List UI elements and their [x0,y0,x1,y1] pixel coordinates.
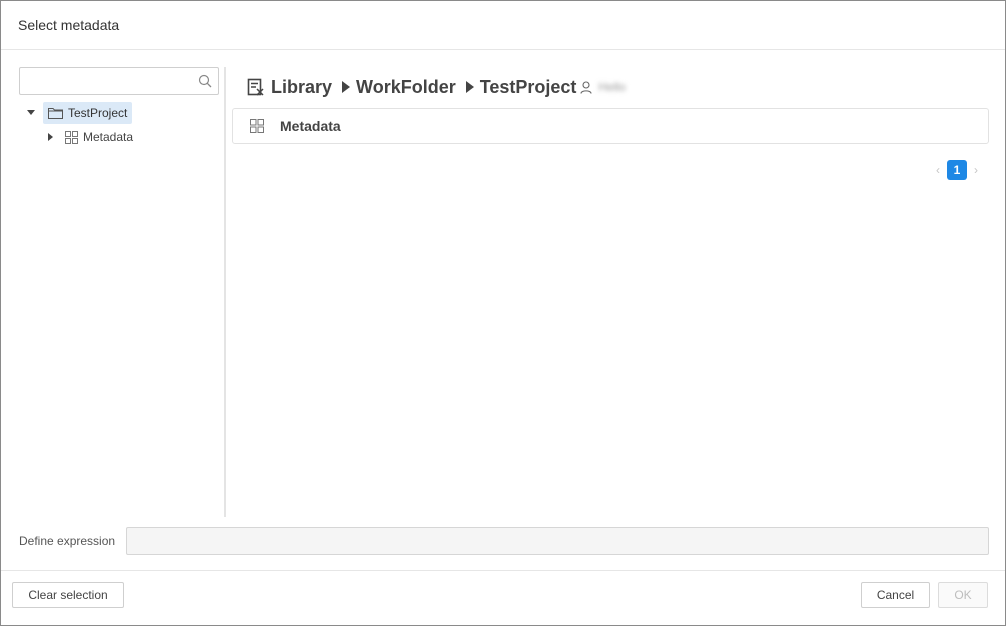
library-icon [247,78,264,96]
select-metadata-dialog: Select metadata TestProject Metadata Lib… [0,0,1006,626]
panel-splitter[interactable] [224,67,226,517]
expression-field[interactable] [126,527,989,555]
dialog-title: Select metadata [18,17,120,33]
chevron-right-icon[interactable]: › [971,160,981,180]
caret-right-icon[interactable] [45,131,57,143]
search-icon[interactable] [198,74,212,88]
list-item-label: Metadata [280,118,341,134]
folder-icon [48,108,63,119]
breadcrumb-item-library[interactable]: Library [271,77,332,98]
page-button-current[interactable]: 1 [947,160,967,180]
caret-right-icon [342,81,351,93]
pagination: ‹ 1 › [933,160,981,180]
tree-node-testproject-label-wrap[interactable]: TestProject [43,102,133,124]
define-expression-label: Define expression [19,534,116,548]
ok-button[interactable]: OK [938,582,988,608]
dialog-footer: Clear selection Cancel OK [1,570,1005,626]
grid-icon [250,119,264,133]
caret-down-icon[interactable] [25,107,37,119]
tree-node-label: TestProject [68,106,128,120]
breadcrumb-item-workfolder[interactable]: WorkFolder [356,77,456,98]
tree-node-testproject[interactable]: TestProject [25,102,133,124]
chevron-left-icon[interactable]: ‹ [933,160,943,180]
list-item[interactable]: Metadata [232,108,989,144]
search-input[interactable] [26,71,190,91]
clear-selection-button[interactable]: Clear selection [12,582,124,608]
breadcrumb-item-testproject[interactable]: TestProject [480,77,577,98]
tree-node-metadata[interactable]: Metadata [45,126,133,148]
breadcrumb: Library WorkFolder TestProject Hello [247,75,626,99]
grid-icon [65,130,78,144]
user-icon [580,80,592,94]
search-box[interactable] [19,67,219,95]
tree-node-label: Metadata [83,130,134,144]
owner-name: Hello [598,80,626,94]
dialog-titlebar: Select metadata [1,1,1005,50]
cancel-button[interactable]: Cancel [861,582,930,608]
caret-right-icon [465,81,474,93]
